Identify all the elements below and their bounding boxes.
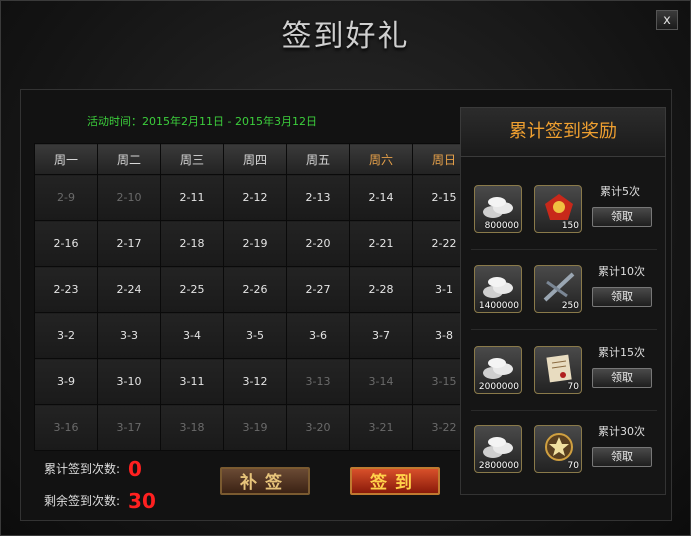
- close-button[interactable]: x: [656, 10, 678, 30]
- calendar-day[interactable]: 3-18: [160, 404, 224, 451]
- rewards-title: 累计签到奖励: [460, 107, 666, 157]
- calendar-row: 2-9 2-10 2-11 2-12 2-13 2-14 2-15: [34, 174, 476, 221]
- silver-reward-item[interactable]: 1400000: [474, 265, 522, 313]
- rifle-icon: [543, 272, 575, 302]
- calendar-day[interactable]: 2-26: [223, 266, 287, 313]
- weekday-header: 周二: [97, 143, 161, 175]
- calendar-day[interactable]: 2-27: [286, 266, 350, 313]
- tier-label: 累计10次: [598, 265, 645, 278]
- item-reward[interactable]: 70: [534, 425, 582, 473]
- sign-in-window: 签到好礼 x 活动时间：2015年2月11日 - 2015年3月12日 周一 周…: [0, 0, 691, 536]
- item-count: 250: [561, 301, 579, 311]
- calendar-day[interactable]: 2-20: [286, 220, 350, 267]
- calendar-day[interactable]: 3-7: [349, 312, 413, 359]
- weekday-header: 周三: [160, 143, 224, 175]
- calendar-day[interactable]: 2-11: [160, 174, 224, 221]
- item-count: 70: [567, 461, 579, 471]
- calendar-day[interactable]: 3-4: [160, 312, 224, 359]
- calendar-row: 3-2 3-3 3-4 3-5 3-6 3-7 3-8: [34, 312, 476, 359]
- calendar-day[interactable]: 3-19: [223, 404, 287, 451]
- calendar-row: 3-9 3-10 3-11 3-12 3-13 3-14 3-15: [34, 358, 476, 405]
- calendar-day[interactable]: 2-10: [97, 174, 161, 221]
- calendar-day[interactable]: 2-23: [34, 266, 98, 313]
- calendar-row: 2-23 2-24 2-25 2-26 2-27 2-28 3-1: [34, 266, 476, 313]
- calendar-row: 3-16 3-17 3-18 3-19 3-20 3-21 3-22: [34, 404, 476, 451]
- weekday-header: 周四: [223, 143, 287, 175]
- total-signin-label: 累计签到次数:: [44, 462, 121, 476]
- calendar-day[interactable]: 2-28: [349, 266, 413, 313]
- calendar-day[interactable]: 3-11: [160, 358, 224, 405]
- total-signin-stat: 累计签到次数: 0: [44, 457, 142, 481]
- calendar-day[interactable]: 2-19: [223, 220, 287, 267]
- calendar-day[interactable]: 3-2: [34, 312, 98, 359]
- medal-icon: [545, 194, 573, 220]
- calendar-day[interactable]: 3-21: [349, 404, 413, 451]
- weekday-header: 周一: [34, 143, 98, 175]
- calendar-day[interactable]: 2-14: [349, 174, 413, 221]
- weekday-header: 周五: [286, 143, 350, 175]
- calendar-day[interactable]: 3-10: [97, 358, 161, 405]
- silver-amount: 1400000: [478, 301, 519, 311]
- total-signin-value: 0: [128, 457, 142, 481]
- calendar-day[interactable]: 3-5: [223, 312, 287, 359]
- remaining-signin-value: 30: [128, 489, 156, 513]
- silver-reward-item[interactable]: 2800000: [474, 425, 522, 473]
- reward-divider: [471, 329, 657, 330]
- item-reward[interactable]: 70: [534, 346, 582, 394]
- claim-button[interactable]: 领取: [592, 207, 652, 227]
- calendar-day[interactable]: 2-18: [160, 220, 224, 267]
- calendar-day[interactable]: 3-14: [349, 358, 413, 405]
- silver-coins-icon: [483, 197, 513, 218]
- remaining-signin-stat: 剩余签到次数: 30: [44, 489, 156, 513]
- calendar-day[interactable]: 3-17: [97, 404, 161, 451]
- calendar-header-row: 周一 周二 周三 周四 周五 周六 周日: [34, 143, 476, 175]
- silver-amount: 800000: [484, 221, 519, 231]
- calendar-day[interactable]: 2-9: [34, 174, 98, 221]
- calendar-day[interactable]: 2-16: [34, 220, 98, 267]
- item-count: 150: [561, 221, 579, 231]
- silver-amount: 2000000: [478, 382, 519, 392]
- scroll-icon: [546, 354, 572, 383]
- claim-button[interactable]: 领取: [592, 447, 652, 467]
- tier-label: 累计15次: [598, 346, 645, 359]
- silver-coins-icon: [483, 358, 513, 379]
- calendar-day[interactable]: 2-24: [97, 266, 161, 313]
- claim-button[interactable]: 领取: [592, 287, 652, 307]
- item-reward[interactable]: 250: [534, 265, 582, 313]
- calendar-day[interactable]: 3-20: [286, 404, 350, 451]
- calendar-day[interactable]: 3-16: [34, 404, 98, 451]
- star-emblem-icon: [545, 433, 573, 461]
- silver-amount: 2800000: [478, 461, 519, 471]
- signin-button[interactable]: 签到: [350, 467, 440, 495]
- item-count: 70: [567, 382, 579, 392]
- calendar-day[interactable]: 2-12: [223, 174, 287, 221]
- calendar-day[interactable]: 2-17: [97, 220, 161, 267]
- calendar-day[interactable]: 3-12: [223, 358, 287, 405]
- calendar-day[interactable]: 2-25: [160, 266, 224, 313]
- tier-label: 累计30次: [598, 425, 645, 438]
- calendar-table: 周一 周二 周三 周四 周五 周六 周日 2-9 2-10 2-11 2-12 …: [34, 143, 476, 451]
- calendar-row: 2-16 2-17 2-18 2-19 2-20 2-21 2-22: [34, 220, 476, 267]
- calendar-day[interactable]: 3-9: [34, 358, 98, 405]
- claim-button[interactable]: 领取: [592, 368, 652, 388]
- reward-divider: [471, 410, 657, 411]
- calendar-day[interactable]: 3-6: [286, 312, 350, 359]
- silver-reward-item[interactable]: 800000: [474, 185, 522, 233]
- calendar-day[interactable]: 2-13: [286, 174, 350, 221]
- silver-reward-item[interactable]: 2000000: [474, 346, 522, 394]
- activity-period: 活动时间：2015年2月11日 - 2015年3月12日: [87, 115, 317, 128]
- item-reward[interactable]: 150: [534, 185, 582, 233]
- calendar-day[interactable]: 3-3: [97, 312, 161, 359]
- silver-coins-icon: [483, 277, 513, 298]
- calendar-day[interactable]: 2-21: [349, 220, 413, 267]
- remaining-signin-label: 剩余签到次数:: [44, 494, 121, 508]
- silver-coins-icon: [483, 437, 513, 458]
- window-title: 签到好礼: [281, 19, 410, 54]
- reward-divider: [471, 249, 657, 250]
- tier-label: 累计5次: [600, 185, 640, 198]
- makeup-signin-button[interactable]: 补签: [220, 467, 310, 495]
- calendar-day[interactable]: 3-13: [286, 358, 350, 405]
- weekday-header: 周六: [349, 143, 413, 175]
